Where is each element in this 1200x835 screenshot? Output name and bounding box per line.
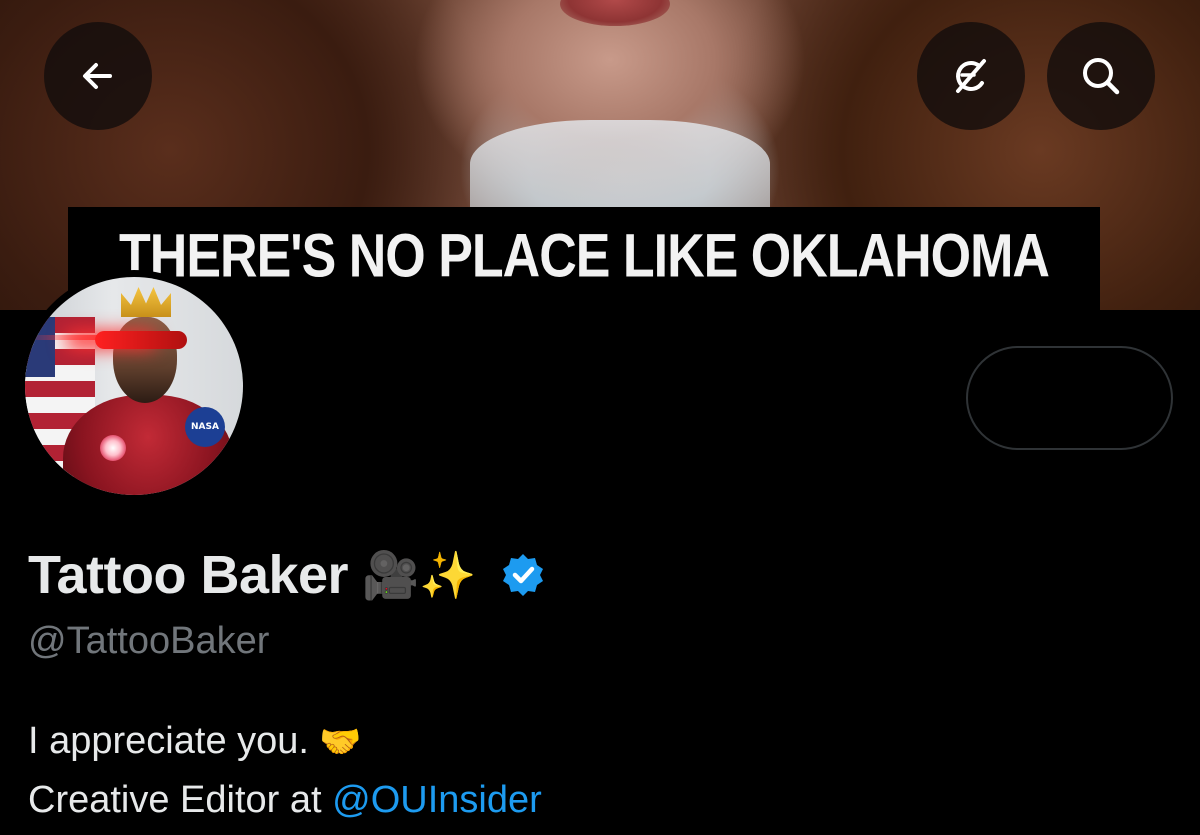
bio-line-2-text: Creative Editor at xyxy=(28,779,333,821)
avatar-nasa-badge: NASA xyxy=(185,407,225,447)
search-button[interactable] xyxy=(1047,22,1155,130)
bio-line-1: I appreciate you. 🤝 xyxy=(28,712,542,771)
profile-action-button[interactable] xyxy=(966,346,1173,450)
bio-line-2: Creative Editor at @OUInsider xyxy=(28,771,542,829)
name-emoji-camera-sparkles: 🎥✨ xyxy=(362,548,477,602)
avatar-laser-beam xyxy=(25,335,105,340)
profile-handle: @TattooBaker xyxy=(28,620,270,662)
avatar-visor xyxy=(95,331,187,349)
banner-caption-text: THERE'S NO PLACE LIKE OKLAHOMA xyxy=(119,222,1050,291)
banner-image-lips xyxy=(560,0,670,26)
profile-banner[interactable]: THERE'S NO PLACE LIKE OKLAHOMA xyxy=(0,0,1200,310)
handshake-icon: 🤝 xyxy=(318,722,362,762)
banner-caption-box: THERE'S NO PLACE LIKE OKLAHOMA xyxy=(68,207,1100,310)
profile-bio: I appreciate you. 🤝 Creative Editor at @O… xyxy=(28,712,542,829)
avatar-flag-canton xyxy=(25,317,55,377)
profile-avatar[interactable]: NASA xyxy=(18,270,250,502)
bio-line-1-text: I appreciate you. xyxy=(28,720,309,762)
grok-button[interactable] xyxy=(917,22,1025,130)
bio-mention-link[interactable]: @OUInsider xyxy=(332,779,542,821)
search-icon xyxy=(1079,54,1123,98)
verified-badge-icon[interactable] xyxy=(499,551,547,599)
crown-icon xyxy=(121,287,171,317)
name-row: Tattoo Baker 🎥✨ xyxy=(28,540,547,610)
back-button[interactable] xyxy=(44,22,152,130)
grok-icon xyxy=(948,53,994,99)
back-arrow-icon xyxy=(78,56,118,96)
display-name: Tattoo Baker xyxy=(28,545,349,605)
avatar-image: NASA xyxy=(25,277,243,495)
avatar-arc-reactor xyxy=(100,435,126,461)
avatar-head xyxy=(113,317,177,403)
